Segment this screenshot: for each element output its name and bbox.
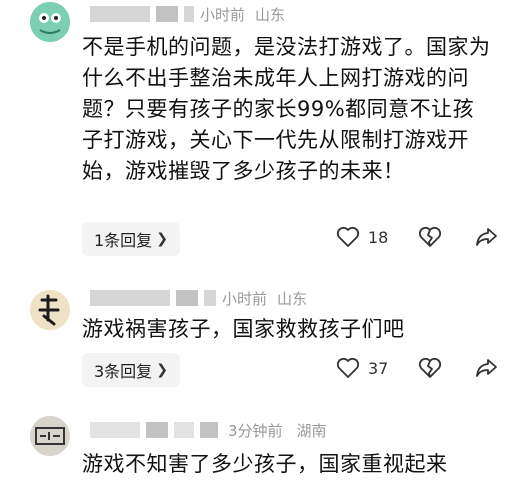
broken-heart-icon xyxy=(418,357,442,379)
like-count: 37 xyxy=(368,358,389,378)
redacted-username xyxy=(90,6,150,22)
like-button[interactable]: 37 xyxy=(336,357,388,379)
heart-icon xyxy=(336,226,360,248)
share-button[interactable] xyxy=(474,226,498,248)
reply-count-label: 1条回复 xyxy=(94,231,153,250)
redacted-username xyxy=(174,422,194,438)
heart-icon xyxy=(336,357,360,379)
redacted-username xyxy=(200,422,218,438)
comment-text: 游戏不知害了多少孩子，国家重视起来 xyxy=(82,452,448,476)
share-arrow-icon xyxy=(474,226,498,248)
redacted-username xyxy=(176,290,198,306)
comment-meta: 小时前 山东 xyxy=(90,286,307,310)
redacted-username xyxy=(146,422,168,438)
stamp-avatar-icon[interactable] xyxy=(30,416,70,456)
share-arrow-icon xyxy=(474,357,498,379)
comment-actions: 1条回复 ❯ 18 xyxy=(82,222,498,256)
redacted-time xyxy=(184,6,194,22)
comment-time: 3分钟前 xyxy=(228,421,283,440)
dislike-button[interactable] xyxy=(418,226,442,248)
redacted-username xyxy=(90,290,170,306)
calligraphy-avatar-icon[interactable] xyxy=(30,290,70,330)
broken-heart-icon xyxy=(418,226,442,248)
reply-count-label: 3条回复 xyxy=(94,362,153,381)
comment-location: 山东 xyxy=(277,289,308,308)
comment-location: 山东 xyxy=(255,5,286,24)
like-count: 18 xyxy=(368,227,389,247)
comment-text: 不是手机的问题，是没法打游戏了。国家为什么不出手整治未成年人上网打游戏的问题？只… xyxy=(82,35,491,183)
comment-meta: 小时前 山东 xyxy=(90,2,285,26)
comment-meta: 3分钟前 湖南 xyxy=(90,418,327,442)
comment-text: 游戏祸害孩子，国家救救孩子们吧 xyxy=(82,317,405,341)
redacted-username xyxy=(90,422,140,438)
view-replies-button[interactable]: 1条回复 ❯ xyxy=(82,222,180,256)
like-button[interactable]: 18 xyxy=(336,226,388,248)
comment-time: 小时前 xyxy=(200,5,246,24)
comment-actions: 3条回复 ❯ 37 xyxy=(82,353,498,387)
dislike-button[interactable] xyxy=(418,357,442,379)
redacted-time xyxy=(204,290,216,306)
comment-time: 小时前 xyxy=(222,289,268,308)
chevron-right-icon: ❯ xyxy=(156,231,168,247)
dinosaur-avatar-icon[interactable] xyxy=(30,2,70,42)
redacted-username xyxy=(156,6,178,22)
chevron-right-icon: ❯ xyxy=(156,362,168,378)
share-button[interactable] xyxy=(474,357,498,379)
comment-location: 湖南 xyxy=(296,421,327,440)
view-replies-button[interactable]: 3条回复 ❯ xyxy=(82,353,180,387)
